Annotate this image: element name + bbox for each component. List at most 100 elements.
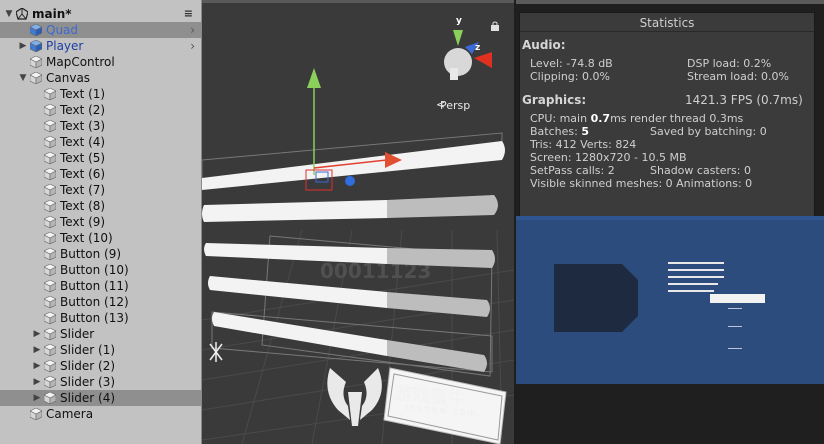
ui-text-2 [728, 326, 742, 327]
hierarchy-item-slider-3[interactable]: ▶ Slider (3) [0, 374, 201, 390]
hierarchy-item-text-7[interactable]: Text (7) [0, 182, 201, 198]
hierarchy-item-label: Button (10) [60, 263, 129, 277]
hierarchy-panel: ▼ main* ≡ Quad › ▶ Player › MapControl ▼ Canvas Tex… [0, 0, 202, 444]
hierarchy-item-text-1[interactable]: Text (1) [0, 86, 201, 102]
prefab-chevron-icon[interactable]: › [190, 22, 195, 38]
expand-arrow-icon[interactable]: ▶ [32, 358, 42, 374]
hierarchy-item-slider-2[interactable]: ▶ Slider (2) [0, 358, 201, 374]
gameobject-cube-icon [44, 264, 56, 276]
hierarchy-item-button-12[interactable]: Button (12) [0, 294, 201, 310]
hierarchy-item-text-2[interactable]: Text (2) [0, 102, 201, 118]
expand-arrow-icon[interactable]: ▶ [18, 38, 28, 54]
ui-slider-3 [668, 276, 724, 278]
hierarchy-item-label: Quad [46, 23, 79, 37]
batches-value: 5 [581, 125, 589, 138]
hierarchy-item-slider-1[interactable]: ▶ Slider (1) [0, 342, 201, 358]
gameobject-cube-icon [44, 344, 56, 356]
dark-panel-shape [554, 264, 638, 332]
hierarchy-item-button-13[interactable]: Button (13) [0, 310, 201, 326]
screen-info: Screen: 1280x720 - 10.5 MB [530, 151, 687, 164]
gameobject-cube-icon [44, 216, 56, 228]
gameobject-cube-icon [44, 88, 56, 100]
hierarchy-item-quad[interactable]: Quad › [0, 22, 201, 38]
orientation-gizmo: y z [444, 16, 492, 80]
hierarchy-item-slider-4[interactable]: ▶ Slider (4) [0, 390, 201, 406]
gameobject-cube-icon [44, 152, 56, 164]
hierarchy-item-text-3[interactable]: Text (3) [0, 118, 201, 134]
hierarchy-item-label: Text (1) [60, 87, 106, 101]
unity-scene-icon [16, 8, 28, 20]
scene-view[interactable]: 00011123 y z < Persp 游戏蛮牛 manew.com [202, 0, 516, 444]
lock-icon[interactable] [490, 16, 500, 31]
svg-text:y: y [456, 16, 462, 26]
expand-arrow-icon[interactable]: ▶ [32, 374, 42, 390]
skinned-meshes: Visible skinned meshes: 0 Animations: 0 [530, 177, 753, 190]
hierarchy-item-button-10[interactable]: Button (10) [0, 262, 201, 278]
gameobject-cube-icon [30, 408, 42, 420]
hierarchy-item-text-4[interactable]: Text (4) [0, 134, 201, 150]
expand-arrow-icon[interactable]: ▶ [32, 390, 42, 406]
cpu-suffix: ms render thread 0.3ms [610, 112, 744, 125]
hierarchy-item-mapcontrol[interactable]: MapControl [0, 54, 201, 70]
hierarchy-item-text-9[interactable]: Text (9) [0, 214, 201, 230]
gameobject-cube-icon [44, 200, 56, 212]
hierarchy-item-label: Button (13) [60, 311, 129, 325]
hierarchy-item-label: Slider (1) [60, 343, 116, 357]
hierarchy-item-label: Text (10) [60, 231, 113, 245]
watermark-logo [327, 368, 382, 426]
collapse-arrow-icon[interactable]: ▼ [4, 6, 14, 22]
batches-prefix: Batches: [530, 125, 582, 138]
gameobject-cube-icon [44, 392, 56, 404]
hierarchy-item-label: MapControl [46, 55, 115, 69]
gameobject-cube-icon [44, 296, 56, 308]
ui-slider-5 [668, 290, 714, 292]
expand-arrow-icon[interactable]: ▶ [32, 326, 42, 342]
hierarchy-item-canvas[interactable]: ▼ Canvas [0, 70, 201, 86]
scene-menu-icon[interactable]: ≡ [184, 6, 193, 22]
hierarchy-item-camera[interactable]: Camera [0, 406, 201, 422]
gameobject-cube-icon [44, 136, 56, 148]
gameobject-cube-icon [44, 120, 56, 132]
stats-title: Statistics [639, 16, 695, 30]
cpu-prefix: CPU: main [530, 112, 591, 125]
statistics-panel: Statistics Audio: Level: -74.8 dB DSP lo… [519, 12, 815, 218]
hierarchy-item-label: Button (9) [60, 247, 122, 261]
game-footer [516, 384, 824, 444]
hierarchy-item-text-8[interactable]: Text (8) [0, 198, 201, 214]
hierarchy-item-label: Slider (4) [60, 391, 116, 405]
hierarchy-item-label: Button (11) [60, 279, 129, 293]
stats-divider [520, 31, 814, 32]
hierarchy-item-label: Slider [60, 327, 95, 341]
hierarchy-item-label: Text (9) [60, 215, 106, 229]
dsp-load: DSP load: 0.2% [687, 57, 772, 70]
scene-canvas[interactable]: 00011123 y z [202, 0, 514, 444]
hierarchy-item-button-11[interactable]: Button (11) [0, 278, 201, 294]
projection-label[interactable]: Persp [440, 99, 470, 112]
hierarchy-item-text-10[interactable]: Text (10) [0, 230, 201, 246]
gameobject-cube-icon [44, 248, 56, 260]
hierarchy-item-text-5[interactable]: Text (5) [0, 150, 201, 166]
cpu-time: CPU: main 0.7ms render thread 0.3ms [530, 112, 743, 125]
hierarchy-item-label: Text (4) [60, 135, 106, 149]
hierarchy-item-label: Player [46, 39, 84, 53]
ui-button [710, 294, 765, 303]
expand-arrow-icon[interactable]: ▶ [32, 342, 42, 358]
hierarchy-item-button-9[interactable]: Button (9) [0, 246, 201, 262]
ui-slider-1 [668, 262, 724, 264]
hierarchy-item-player[interactable]: ▶ Player › [0, 38, 201, 54]
gameobject-cube-icon [44, 376, 56, 388]
collapse-arrow-icon[interactable]: ▼ [18, 70, 28, 86]
stream-load: Stream load: 0.0% [687, 70, 789, 83]
gameobject-cube-icon [30, 24, 42, 36]
audio-heading: Audio: [522, 38, 566, 52]
hierarchy-item-slider[interactable]: ▶ Slider [0, 326, 201, 342]
hierarchy-item-label: Text (5) [60, 151, 106, 165]
hierarchy-item-label: Camera [46, 407, 94, 421]
hierarchy-item-main[interactable]: ▼ main* ≡ [0, 6, 201, 22]
hierarchy-item-label: Text (7) [60, 183, 106, 197]
prefab-chevron-icon[interactable]: › [190, 38, 195, 54]
hierarchy-item-label: Slider (2) [60, 359, 116, 373]
hierarchy-item-label: Slider (3) [60, 375, 116, 389]
cpu-main-value: 0.7 [590, 112, 611, 125]
hierarchy-item-text-6[interactable]: Text (6) [0, 166, 201, 182]
